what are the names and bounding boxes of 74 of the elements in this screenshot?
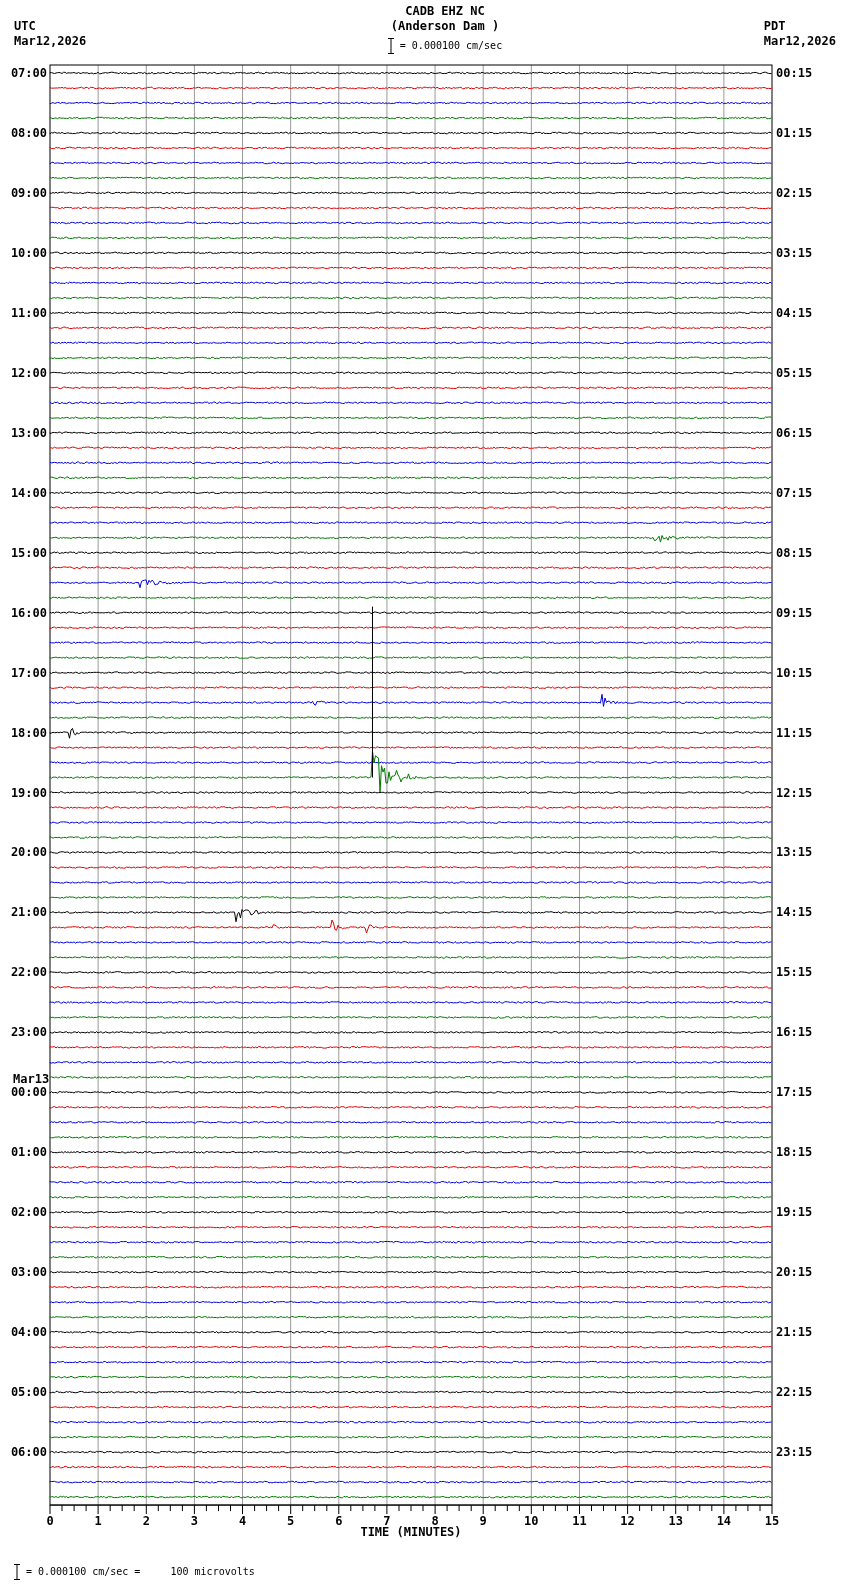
tick-label: 1 (94, 1514, 102, 1529)
hour-label: 08:00 (10, 125, 47, 140)
scale-bar-icon (14, 1564, 20, 1580)
hour-label: 11:00 (10, 305, 47, 320)
scale-note: = 0.000100 cm/sec = 100 microvolts (26, 1565, 255, 1579)
hour-label: 20:00 (10, 845, 47, 860)
hour-label: 18:15 (776, 1145, 813, 1160)
hour-label: 17:00 (10, 665, 47, 680)
hour-label: 17:15 (776, 1085, 813, 1100)
hour-label: 01:00 (10, 1145, 47, 1160)
axis-title: TIME (MINUTES) (360, 1525, 462, 1540)
hour-label: 07:00 (10, 66, 47, 80)
hour-label: 18:00 (10, 725, 47, 740)
scale-label: = 0.000100 cm/sec (399, 39, 503, 53)
hour-label: 09:15 (776, 605, 813, 620)
tick-label: 3 (190, 1514, 198, 1529)
tick-label: 4 (238, 1514, 247, 1529)
hour-label: 13:15 (776, 845, 813, 860)
tick-label: 10 (524, 1514, 539, 1529)
hour-label: 01:15 (776, 125, 813, 140)
hour-label: 14:00 (10, 485, 47, 500)
hour-label: 19:00 (10, 785, 47, 800)
timezone-label: PDT (763, 19, 787, 34)
hour-label: 23:00 (10, 1025, 47, 1040)
timezone-label: UTC (14, 19, 37, 34)
tick-label: 5 (287, 1514, 295, 1529)
tick-label: 12 (620, 1514, 635, 1529)
hour-label: 15:00 (10, 545, 47, 560)
hour-label: 10:15 (776, 665, 813, 680)
hour-label: 19:15 (776, 1205, 813, 1220)
tick-label: 6 (335, 1514, 343, 1529)
hour-label: 02:15 (776, 185, 813, 200)
hour-label: 21:00 (10, 905, 47, 920)
hour-label: 00:00 (10, 1085, 47, 1100)
hour-label: 20:15 (776, 1265, 813, 1280)
hour-label: 00:15 (776, 66, 813, 80)
hour-label: 16:15 (776, 1025, 813, 1040)
hour-label: 12:15 (776, 785, 813, 800)
hour-label: 05:15 (776, 365, 813, 380)
hour-label: 23:15 (776, 1445, 813, 1460)
hour-label: 14:15 (776, 905, 813, 920)
tick-label: 15 (764, 1514, 780, 1529)
tick-label: 9 (479, 1514, 487, 1529)
hour-label: 13:00 (10, 425, 47, 440)
hour-label: 06:15 (776, 425, 813, 440)
station-title: CADB EHZ NC (405, 4, 485, 19)
hour-label: 22:15 (776, 1385, 813, 1400)
hour-label: 12:00 (10, 365, 47, 380)
date-label: Mar12,2026 (14, 34, 87, 49)
hour-label: 07:15 (776, 485, 813, 500)
hour-label: 16:00 (10, 605, 47, 620)
date-label: Mar12,2026 (763, 34, 836, 49)
tick-label: 13 (668, 1514, 683, 1529)
tick-label: 2 (142, 1514, 150, 1529)
tick-label: 11 (572, 1514, 587, 1529)
date-label: Mar13 (13, 1072, 50, 1087)
hour-label: 08:15 (776, 545, 813, 560)
tick-label: 0 (46, 1514, 54, 1529)
hour-label: 03:15 (776, 245, 813, 260)
hour-label: 03:00 (10, 1265, 47, 1280)
hour-label: 11:15 (776, 725, 813, 740)
hour-label: 22:00 (10, 965, 47, 980)
hour-label: 04:00 (10, 1325, 47, 1340)
site-name: (Anderson Dam ) (390, 19, 500, 34)
tick-label: 14 (716, 1514, 732, 1529)
scale-bar-icon (387, 38, 394, 54)
hour-label: 15:15 (776, 965, 813, 980)
hour-label: 06:00 (10, 1445, 47, 1460)
hour-label: 21:15 (776, 1325, 813, 1340)
hour-label: 04:15 (776, 305, 813, 320)
hour-label: 10:00 (10, 245, 47, 260)
hour-label: 09:00 (10, 185, 47, 200)
hour-label: 05:00 (10, 1385, 47, 1400)
hour-label: 02:00 (10, 1205, 47, 1220)
